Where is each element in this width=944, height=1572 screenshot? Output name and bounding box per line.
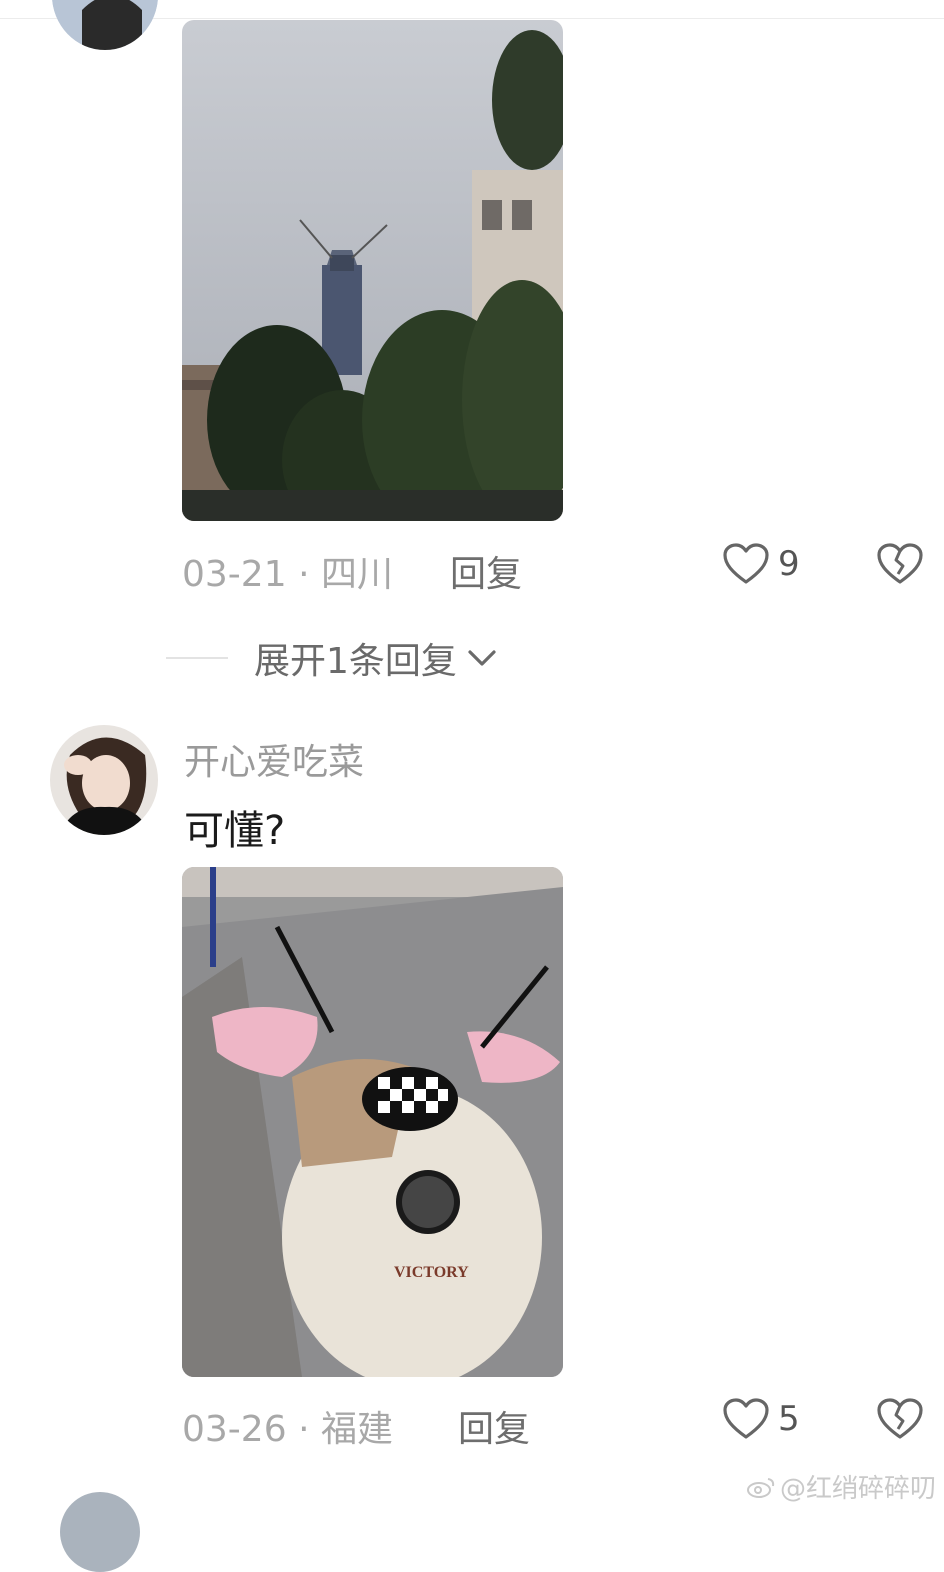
like-button[interactable]: 9 xyxy=(722,542,800,586)
avatar[interactable] xyxy=(50,725,158,835)
comment-photo[interactable]: VICTORY xyxy=(182,867,563,1377)
reply-button[interactable]: 回复 xyxy=(458,1400,530,1452)
comment-text: 可懂? xyxy=(184,808,286,854)
broken-heart-icon xyxy=(877,543,923,584)
divider xyxy=(166,657,228,659)
weibo-icon xyxy=(746,1477,775,1498)
watermark-text: @红绡碎碎叨 xyxy=(779,1474,936,1504)
reply-button[interactable]: 回复 xyxy=(450,545,522,597)
comment-date: 03-21 · 四川 xyxy=(182,545,393,597)
separator: · xyxy=(298,1409,310,1450)
location-text: 福建 xyxy=(320,1409,393,1450)
like-button[interactable]: 5 xyxy=(722,1397,800,1441)
like-count: 9 xyxy=(778,544,800,584)
broken-heart-icon xyxy=(877,1398,923,1439)
heart-icon xyxy=(723,543,769,584)
dislike-button[interactable] xyxy=(876,542,924,590)
expand-replies-button[interactable]: 展开1条回复 xyxy=(166,632,497,684)
heart-icon xyxy=(723,1398,769,1439)
watermark: @红绡碎碎叨 xyxy=(746,1468,936,1505)
username[interactable]: 开心爱吃菜 xyxy=(184,733,364,785)
date-text: 03-26 xyxy=(182,1409,287,1450)
chevron-down-icon xyxy=(468,650,496,666)
avatar[interactable] xyxy=(52,0,158,50)
avatar[interactable] xyxy=(60,1492,140,1572)
comment-photo[interactable] xyxy=(182,20,563,521)
dislike-button[interactable] xyxy=(876,1397,924,1445)
comment-date: 03-26 · 福建 xyxy=(182,1400,393,1452)
like-count: 5 xyxy=(778,1399,800,1439)
expand-label: 展开1条回复 xyxy=(254,641,457,682)
scooter-logo: VICTORY xyxy=(394,1264,469,1281)
separator: · xyxy=(298,554,310,595)
location-text: 四川 xyxy=(320,554,393,595)
date-text: 03-21 xyxy=(182,554,287,595)
